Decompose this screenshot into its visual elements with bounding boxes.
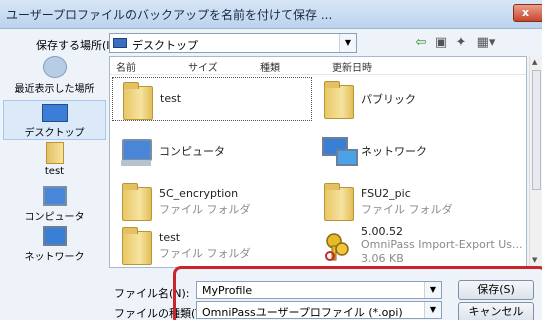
place-label: 最近表示した場所 bbox=[14, 84, 95, 95]
place-label: ネットワーク bbox=[24, 252, 85, 263]
folder-icon bbox=[116, 181, 152, 221]
column-header: 名前 サイズ 種類 更新日時 bbox=[110, 57, 526, 75]
item-name: コンピュータ bbox=[159, 145, 225, 158]
user-folder-icon bbox=[117, 80, 153, 120]
list-item[interactable]: 5.00.52 OmniPass Import-Export Us... 3.0… bbox=[314, 223, 523, 267]
cancel-button[interactable]: キャンセル bbox=[458, 302, 534, 320]
list-item[interactable]: 5C_encryption ファイル フォルダ bbox=[112, 179, 312, 223]
place-label: コンピュータ bbox=[24, 212, 85, 223]
keys-file-icon bbox=[318, 225, 352, 265]
close-button[interactable]: x bbox=[513, 4, 542, 22]
place-user[interactable]: test bbox=[3, 142, 106, 182]
column-modified[interactable]: 更新日時 bbox=[332, 59, 372, 74]
filetype-label: ファイルの種類(T bbox=[114, 307, 203, 320]
column-name[interactable]: 名前 bbox=[116, 59, 136, 74]
filetype-value: OmniPassユーザープロファイル (*.opi) bbox=[202, 306, 403, 319]
item-name: 5C_encryption bbox=[159, 187, 239, 200]
list-item[interactable]: ネットワーク bbox=[314, 129, 514, 173]
place-network[interactable]: ネットワーク bbox=[3, 224, 106, 264]
item-type: ファイル フォルダ bbox=[159, 203, 251, 216]
view-menu-icon[interactable]: ▦▾ bbox=[472, 34, 500, 52]
dialog-title: ユーザープロファイルのバックアップを名前を付けて保存 ... bbox=[6, 8, 333, 22]
network-icon bbox=[42, 226, 67, 246]
chevron-down-icon[interactable]: ▼ bbox=[339, 34, 356, 52]
computer-icon bbox=[42, 186, 67, 206]
folder-icon bbox=[116, 225, 152, 265]
desktop-icon bbox=[113, 38, 127, 48]
folder-icon bbox=[318, 181, 354, 221]
item-size: 3.06 KB bbox=[361, 252, 404, 265]
item-type: OmniPass Import-Export Us... bbox=[361, 238, 523, 251]
list-item[interactable]: test ファイル フォルダ bbox=[112, 223, 312, 267]
filename-value: MyProfile bbox=[202, 284, 253, 297]
filetype-select[interactable]: OmniPassユーザープロファイル (*.opi) ▼ bbox=[196, 301, 442, 319]
chevron-down-icon[interactable]: ▼ bbox=[424, 282, 441, 298]
save-in-label: 保存する場所(I): bbox=[36, 39, 118, 52]
title-bar[interactable]: ユーザープロファイルのバックアップを名前を付けて保存 ... x bbox=[0, 0, 542, 29]
folder-icon bbox=[318, 79, 354, 119]
column-type[interactable]: 種類 bbox=[260, 59, 280, 74]
save-in-combo[interactable]: デスクトップ ▼ bbox=[109, 33, 357, 53]
item-name: パブリック bbox=[361, 93, 416, 106]
list-item[interactable]: コンピュータ bbox=[112, 129, 312, 173]
save-button[interactable]: 保存(S) bbox=[458, 280, 534, 300]
filename-label: ファイル名(N): bbox=[114, 287, 190, 300]
item-type: ファイル フォルダ bbox=[361, 203, 453, 216]
save-in-value: デスクトップ bbox=[132, 39, 198, 52]
scroll-up-icon[interactable]: ▲ bbox=[532, 58, 537, 66]
new-folder-icon[interactable]: ✦ bbox=[452, 34, 470, 52]
item-name: test bbox=[159, 231, 181, 244]
scroll-thumb[interactable] bbox=[532, 70, 541, 190]
recent-places-icon bbox=[42, 56, 67, 78]
list-item[interactable]: パブリック bbox=[314, 77, 514, 121]
item-type: ファイル フォルダ bbox=[159, 247, 251, 260]
item-name: FSU2_pic bbox=[361, 187, 411, 200]
column-size[interactable]: サイズ bbox=[188, 59, 218, 74]
user-folder-icon bbox=[45, 142, 64, 164]
filename-input[interactable]: MyProfile ▼ bbox=[196, 281, 442, 299]
item-name: test bbox=[160, 92, 182, 105]
save-as-dialog: ユーザープロファイルのバックアップを名前を付けて保存 ... x 保存する場所(… bbox=[0, 0, 542, 320]
item-name: ネットワーク bbox=[361, 145, 427, 158]
network-icon bbox=[318, 131, 358, 171]
places-bar: 最近表示した場所 デスクトップ test コンピュータ ネットワーク bbox=[3, 56, 106, 268]
desktop-icon bbox=[41, 104, 68, 122]
file-list[interactable]: 名前 サイズ 種類 更新日時 test パブリック コンピュータ ネットワーク … bbox=[109, 56, 527, 268]
chevron-down-icon[interactable]: ▼ bbox=[424, 302, 441, 318]
vertical-scrollbar[interactable]: ▲ ▼ bbox=[529, 56, 542, 268]
scroll-down-icon[interactable]: ▼ bbox=[532, 256, 537, 264]
back-icon[interactable]: ⇦ bbox=[412, 34, 430, 52]
list-item[interactable]: test bbox=[112, 77, 312, 121]
list-item[interactable]: FSU2_pic ファイル フォルダ bbox=[314, 179, 514, 223]
item-name: 5.00.52 bbox=[361, 225, 403, 238]
up-folder-icon[interactable]: ▣ bbox=[432, 34, 450, 52]
place-label: test bbox=[44, 166, 65, 177]
place-label: デスクトップ bbox=[24, 128, 85, 139]
place-recent[interactable]: 最近表示した場所 bbox=[3, 56, 106, 98]
computer-icon bbox=[116, 131, 152, 171]
place-computer[interactable]: コンピュータ bbox=[3, 184, 106, 224]
close-icon: x bbox=[522, 6, 530, 19]
place-desktop[interactable]: デスクトップ bbox=[3, 100, 106, 140]
